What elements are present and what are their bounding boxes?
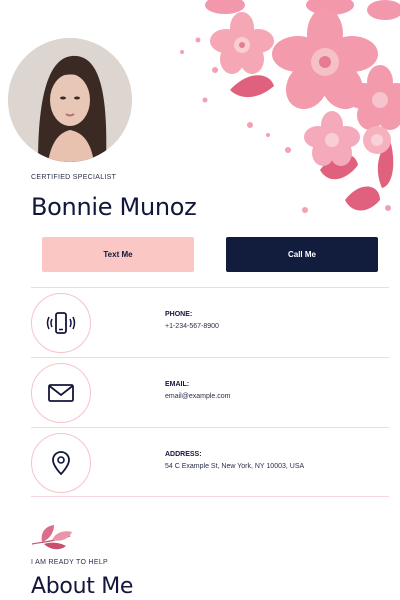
avatar xyxy=(8,38,132,162)
email-value[interactable]: email@example.com xyxy=(165,393,230,400)
contact-row-phone: PHONE: +1-234-567-8900 xyxy=(31,290,389,356)
address-label: ADDRESS: xyxy=(165,451,202,458)
about-kicker: I AM READY TO HELP xyxy=(31,559,108,566)
map-pin-icon xyxy=(52,451,70,476)
about-title: About Me xyxy=(31,574,134,599)
divider xyxy=(31,357,389,358)
divider xyxy=(31,427,389,428)
text-me-button[interactable]: Text Me xyxy=(42,237,194,272)
address-value[interactable]: 54 C Example St, New York, NY 10003, USA xyxy=(165,463,304,470)
portrait-photo xyxy=(8,38,132,162)
phone-icon-circle xyxy=(31,293,91,353)
phone-vibrate-icon xyxy=(46,312,76,334)
envelope-icon xyxy=(48,384,74,402)
phone-label: PHONE: xyxy=(165,311,193,318)
floral-decoration xyxy=(180,0,400,213)
email-icon-circle xyxy=(31,363,91,423)
contact-row-address: ADDRESS: 54 C Example St, New York, NY 1… xyxy=(31,430,389,496)
contact-row-email: EMAIL: email@example.com xyxy=(31,360,389,426)
divider xyxy=(31,287,389,288)
divider xyxy=(31,496,389,497)
profile-kicker: CERTIFIED SPECIALIST xyxy=(31,174,117,181)
call-me-button[interactable]: Call Me xyxy=(226,237,378,272)
profile-name: Bonnie Munoz xyxy=(31,193,197,221)
address-icon-circle xyxy=(31,433,91,493)
email-label: EMAIL: xyxy=(165,381,190,388)
leaves-icon xyxy=(31,525,72,550)
phone-value[interactable]: +1-234-567-8900 xyxy=(165,323,219,330)
